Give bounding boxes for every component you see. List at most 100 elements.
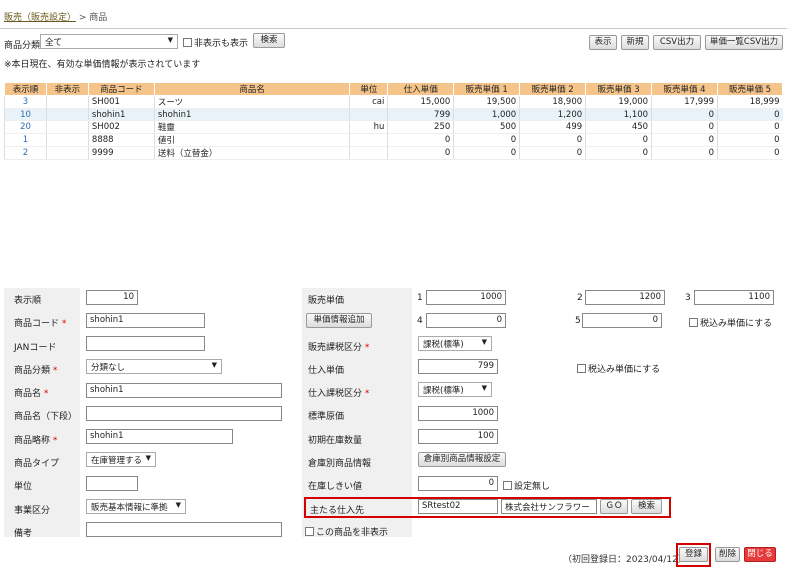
display-button[interactable]: 表示: [589, 35, 617, 50]
init-stock-input[interactable]: 100: [418, 429, 498, 444]
checkbox-icon: [577, 364, 586, 373]
sales-tax-label-text: 販売課税区分: [308, 343, 363, 353]
required-mark: *: [364, 343, 370, 353]
jan-input[interactable]: [86, 336, 205, 351]
table-cell: 18,999: [717, 95, 783, 109]
name-lower-label: 商品名（下段）: [14, 412, 78, 422]
add-price-button[interactable]: 単価情報追加: [306, 313, 372, 328]
sales-price-5-input[interactable]: 0: [582, 313, 662, 328]
supplier-search-button[interactable]: 検索: [631, 499, 662, 514]
breadcrumb-current: 商品: [89, 13, 108, 23]
short-name-label-text: 商品略称: [14, 436, 51, 446]
sales-tax-select[interactable]: 課税(標準) ▼: [418, 336, 492, 351]
threshold-input[interactable]: 0: [418, 476, 498, 491]
table-cell: 0: [585, 146, 652, 160]
short-name-input[interactable]: shohin1: [86, 429, 233, 444]
table-cell: 0: [717, 133, 783, 147]
name-lower-input[interactable]: [86, 406, 282, 421]
table-cell: スーツ: [153, 95, 350, 109]
sales-price-4-input[interactable]: 0: [426, 313, 506, 328]
supplier-code-input[interactable]: SRtest02: [418, 499, 498, 514]
csv-export-button[interactable]: CSV出力: [653, 35, 701, 50]
table-cell: 0: [387, 133, 454, 147]
new-button[interactable]: 新規: [621, 35, 649, 50]
price-num-5: 5: [575, 316, 581, 326]
cost-input[interactable]: 799: [418, 359, 498, 374]
category-filter-select[interactable]: 全て ▼: [40, 34, 178, 49]
sales-price-2-input[interactable]: 1200: [585, 290, 665, 305]
code-label: 商品コード *: [14, 316, 66, 329]
chevron-down-icon: ▼: [175, 501, 181, 509]
type-select[interactable]: 在庫管理する ▼: [86, 452, 156, 467]
table-cell: 250: [387, 120, 454, 134]
close-button[interactable]: 閉じる: [744, 547, 776, 562]
checkbox-icon: [305, 527, 314, 536]
table-cell: 799: [387, 108, 454, 121]
name-input[interactable]: shohin1: [86, 383, 282, 398]
table-row[interactable]: 20 SH002 鞋靈 hu 250 500 499 450 0 0: [4, 120, 783, 134]
jan-label: JANコード: [14, 343, 57, 353]
table-cell: 鞋靈: [153, 120, 350, 134]
table-cell: 450: [585, 120, 652, 134]
supplier-go-button[interactable]: ＧＯ: [600, 499, 628, 514]
table-cell: [45, 146, 89, 160]
warehouse-settings-button[interactable]: 倉庫別商品情報設定: [418, 452, 506, 467]
price-num-1: 1: [417, 293, 423, 303]
delete-button[interactable]: 削除: [715, 547, 740, 562]
table-cell: SH002: [87, 120, 155, 134]
code-label-text: 商品コード: [14, 319, 60, 329]
col-header: 非表示: [45, 82, 89, 96]
table-row[interactable]: 2 9999 送料（立替金） 0 0 0 0 0 0: [4, 146, 783, 160]
table-cell[interactable]: 1: [4, 133, 47, 147]
table-cell: [45, 133, 89, 147]
cost-tax-select[interactable]: 課税(標準) ▼: [418, 382, 492, 397]
no-setting-checkbox[interactable]: 設定無し: [503, 479, 550, 492]
sales-price-3-input[interactable]: 1100: [694, 290, 774, 305]
std-cost-input[interactable]: 1000: [418, 406, 498, 421]
price-num-4: 4: [417, 316, 423, 326]
cost-tax-label-text: 仕入課税区分: [308, 389, 363, 399]
sales-price-1-input[interactable]: 1000: [426, 290, 506, 305]
table-cell[interactable]: 2: [4, 146, 47, 160]
table-cell: 0: [519, 146, 586, 160]
supplier-name-input[interactable]: 株式会社サンフラワー: [501, 499, 597, 514]
init-stock-label: 初期在庫数量: [308, 436, 363, 446]
table-row[interactable]: 1 8888 値引 0 0 0 0 0 0: [4, 133, 783, 147]
table-cell[interactable]: 20: [4, 120, 47, 134]
table-cell: [349, 146, 388, 160]
remarks-input[interactable]: [86, 522, 282, 537]
col-header: 販売単価 3: [585, 82, 653, 96]
col-header: 販売単価 2: [519, 82, 587, 96]
price-list-csv-button[interactable]: 単価一覧CSV出力: [705, 35, 783, 50]
product-table: 表示順 非表示 商品コード 商品名 単位 仕入単価 販売単価 1 販売単価 2 …: [4, 82, 783, 160]
show-hidden-checkbox[interactable]: 非表示も表示: [183, 36, 248, 49]
order-input[interactable]: 10: [86, 290, 138, 305]
register-button[interactable]: 登録: [679, 547, 708, 562]
required-mark: *: [52, 436, 58, 446]
col-header: 販売単価 1: [453, 82, 521, 96]
tax-incl-checkbox[interactable]: 税込み単価にする: [689, 316, 772, 329]
table-row[interactable]: 3 SH001 スーツ cai 15,000 19,500 18,900 19,000 17,9…: [4, 95, 783, 109]
table-cell[interactable]: 3: [4, 95, 47, 109]
type-label: 商品タイプ: [14, 459, 60, 469]
cost-tax-incl-checkbox[interactable]: 税込み単価にする: [577, 362, 660, 375]
col-header: 仕入単価: [387, 82, 455, 96]
unit-input[interactable]: [86, 476, 138, 491]
chevron-down-icon: ▼: [145, 454, 151, 462]
breadcrumb-parent-link[interactable]: 販売（販売設定）: [4, 13, 76, 23]
division-select[interactable]: 販売基本情報に準拠 ▼: [86, 499, 186, 514]
table-row[interactable]: 10 shohin1 shohin1 799 1,000 1,200 1,100 0 0: [4, 108, 783, 121]
category-filter-label: 商品分類: [4, 41, 41, 51]
code-input[interactable]: shohin1: [86, 313, 205, 328]
table-cell: 1,100: [585, 108, 652, 121]
order-label: 表示順: [14, 296, 42, 306]
table-cell: 1,200: [519, 108, 586, 121]
chevron-down-icon: ▼: [481, 384, 487, 392]
first-registered-date: （初回登録日：2023/04/12）: [563, 555, 687, 565]
filter-search-button[interactable]: 検索: [253, 33, 285, 48]
table-cell: 8888: [87, 133, 155, 147]
table-cell[interactable]: 10: [4, 108, 47, 121]
hide-product-checkbox[interactable]: この商品を非表示: [305, 525, 388, 538]
required-mark: *: [43, 389, 49, 399]
category-select[interactable]: 分類なし ▼: [86, 359, 222, 374]
